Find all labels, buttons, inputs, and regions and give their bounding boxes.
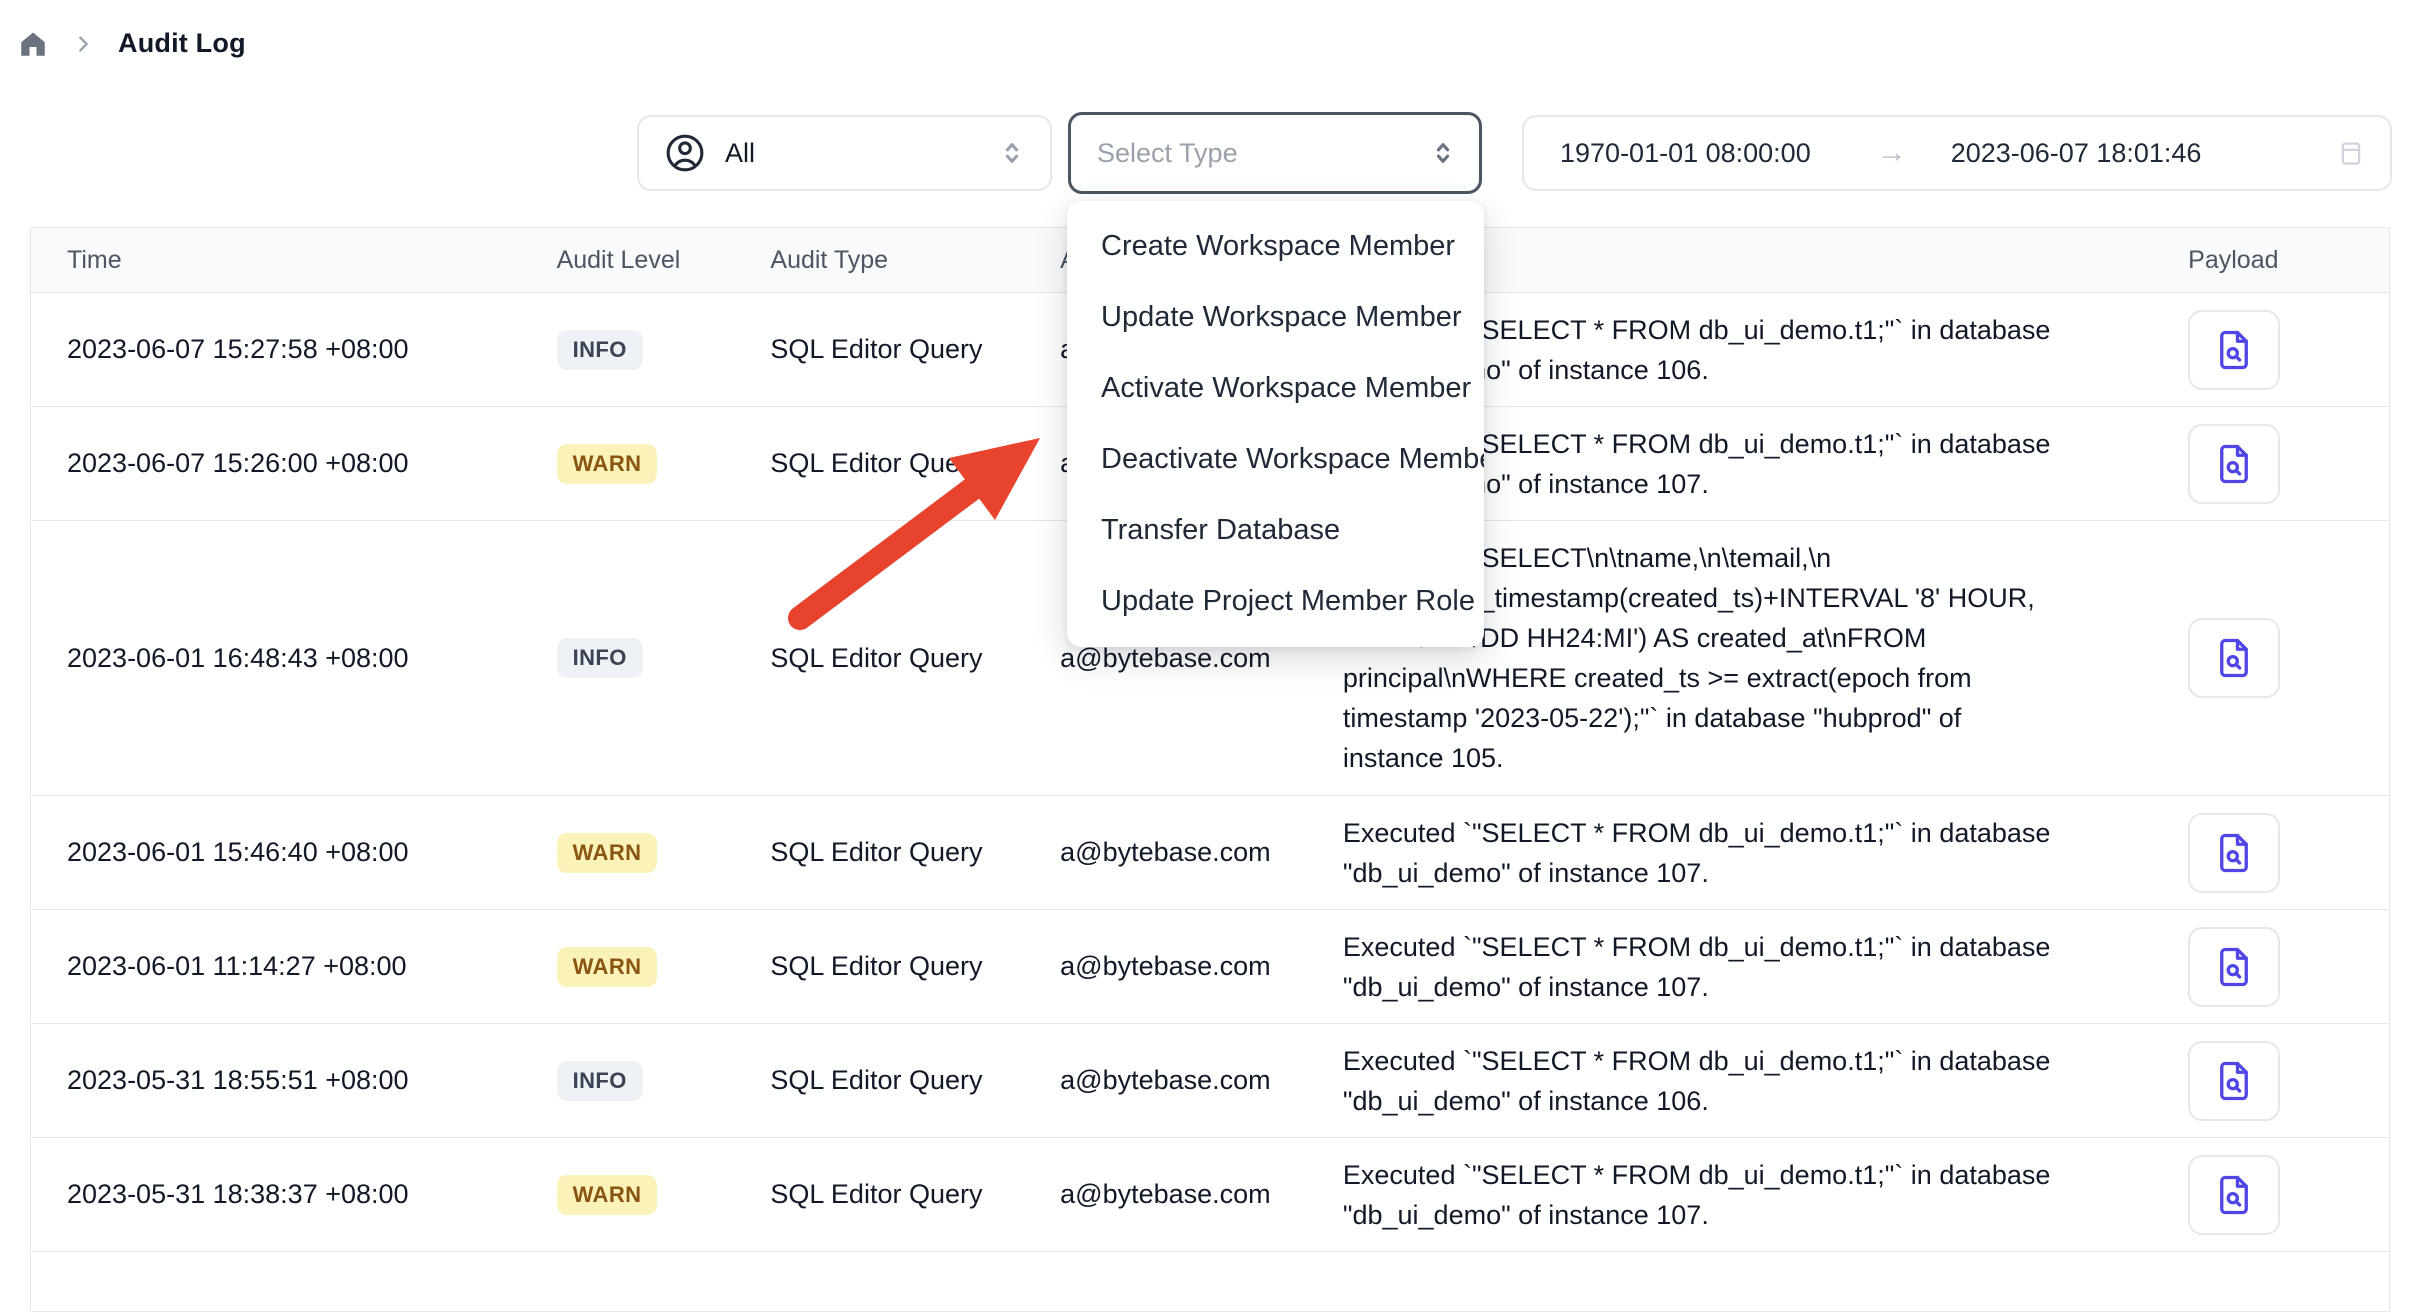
cell-time: 2023-06-07 15:27:58 +08:00 <box>67 334 557 365</box>
file-search-icon <box>2213 637 2255 679</box>
menu-item[interactable]: Update Project Member Role <box>1067 566 1484 637</box>
audit-level-badge: WARN <box>557 947 658 987</box>
cell-actor: a@bytebase.com <box>1060 643 1343 674</box>
cell-audit-type: SQL Editor Query <box>770 1179 1060 1210</box>
file-search-icon <box>2213 443 2255 485</box>
comment-line: timestamp '2023-05-22');"` in database "… <box>1343 698 2158 738</box>
comment-line: Executed `"SELECT * FROM db_ui_demo.t1;"… <box>1343 1041 2158 1081</box>
cell-comment: Executed `"SELECT * FROM db_ui_demo.t1;"… <box>1343 813 2158 893</box>
comment-line: "db_ui_demo" of instance 106. <box>1343 1081 2158 1121</box>
cell-time: 2023-06-01 16:48:43 +08:00 <box>67 643 557 674</box>
header-time: Time <box>67 246 557 275</box>
table-row: 2023-06-01 11:14:27 +08:00 WARN SQL Edit… <box>31 910 2389 1024</box>
updown-chevrons-icon <box>996 137 1028 169</box>
page-title: Audit Log <box>118 28 246 59</box>
view-payload-button[interactable] <box>2188 927 2280 1007</box>
home-icon[interactable] <box>18 29 48 59</box>
table-row <box>31 1252 2389 1312</box>
type-filter-menu: Create Workspace Member Update Workspace… <box>1067 201 1484 647</box>
type-filter-select[interactable]: Select Type <box>1068 112 1482 194</box>
actor-filter-value: All <box>725 138 755 169</box>
comment-line: "db_ui_demo" of instance 107. <box>1343 853 2158 893</box>
cell-audit-type: SQL Editor Query <box>770 1065 1060 1096</box>
file-search-icon <box>2213 1060 2255 1102</box>
header-type: Audit Type <box>770 246 1060 275</box>
file-search-icon <box>2213 832 2255 874</box>
view-payload-button[interactable] <box>2188 310 2280 390</box>
actor-filter-select[interactable]: All <box>637 115 1052 191</box>
chevron-right-icon <box>72 33 94 55</box>
menu-item[interactable]: Create Workspace Member <box>1067 211 1484 282</box>
cell-audit-type: SQL Editor Query <box>770 334 1060 365</box>
cell-audit-type: SQL Editor Query <box>770 448 1060 479</box>
comment-line: instance 105. <box>1343 738 2158 778</box>
cell-comment: Executed `"SELECT * FROM db_ui_demo.t1;"… <box>1343 1155 2158 1235</box>
audit-level-badge: WARN <box>557 444 658 484</box>
date-range-start[interactable]: 1970-01-01 08:00:00 <box>1560 138 1811 169</box>
audit-level-badge: INFO <box>557 638 643 678</box>
breadcrumb: Audit Log <box>18 28 246 59</box>
table-row: 2023-05-31 18:55:51 +08:00 INFO SQL Edit… <box>31 1024 2389 1138</box>
comment-line: Executed `"SELECT * FROM db_ui_demo.t1;"… <box>1343 927 2158 967</box>
menu-item[interactable]: Transfer Database <box>1067 495 1484 566</box>
date-range-picker[interactable]: 1970-01-01 08:00:00 → 2023-06-07 18:01:4… <box>1522 115 2392 191</box>
cell-time: 2023-06-01 11:14:27 +08:00 <box>67 951 557 982</box>
cell-audit-type: SQL Editor Query <box>770 837 1060 868</box>
view-payload-button[interactable] <box>2188 813 2280 893</box>
cell-time: 2023-05-31 18:38:37 +08:00 <box>67 1179 557 1210</box>
menu-item[interactable]: Activate Workspace Member <box>1067 353 1484 424</box>
cell-actor: a@bytebase.com <box>1060 1179 1343 1210</box>
audit-level-badge: INFO <box>557 1061 643 1101</box>
menu-item[interactable]: Update Workspace Member <box>1067 282 1484 353</box>
header-payload: Payload <box>2158 246 2389 275</box>
user-circle-icon <box>663 131 707 175</box>
view-payload-button[interactable] <box>2188 424 2280 504</box>
audit-level-badge: INFO <box>557 330 643 370</box>
view-payload-button[interactable] <box>2188 618 2280 698</box>
comment-line: "db_ui_demo" of instance 107. <box>1343 967 2158 1007</box>
cell-time: 2023-06-07 15:26:00 +08:00 <box>67 448 557 479</box>
comment-line: Executed `"SELECT * FROM db_ui_demo.t1;"… <box>1343 813 2158 853</box>
view-payload-button[interactable] <box>2188 1155 2280 1235</box>
table-row: 2023-06-01 15:46:40 +08:00 WARN SQL Edit… <box>31 796 2389 910</box>
view-payload-button[interactable] <box>2188 1041 2280 1121</box>
comment-line: Executed `"SELECT * FROM db_ui_demo.t1;"… <box>1343 1155 2158 1195</box>
cell-audit-type: SQL Editor Query <box>770 643 1060 674</box>
cell-audit-type: SQL Editor Query <box>770 951 1060 982</box>
updown-chevrons-icon <box>1427 137 1459 169</box>
type-filter-placeholder: Select Type <box>1097 138 1238 169</box>
audit-level-badge: WARN <box>557 833 658 873</box>
audit-level-badge: WARN <box>557 1175 658 1215</box>
calendar-icon <box>2336 138 2366 168</box>
menu-item[interactable]: Deactivate Workspace Member <box>1067 424 1484 495</box>
comment-line: principal\nWHERE created_ts >= extract(e… <box>1343 658 2158 698</box>
comment-line: "db_ui_demo" of instance 107. <box>1343 1195 2158 1235</box>
cell-actor: a@bytebase.com <box>1060 1065 1343 1096</box>
cell-comment: Executed `"SELECT * FROM db_ui_demo.t1;"… <box>1343 1041 2158 1121</box>
table-row: 2023-05-31 18:38:37 +08:00 WARN SQL Edit… <box>31 1138 2389 1252</box>
file-search-icon <box>2213 946 2255 988</box>
cell-actor: a@bytebase.com <box>1060 951 1343 982</box>
cell-comment: Executed `"SELECT * FROM db_ui_demo.t1;"… <box>1343 927 2158 1007</box>
date-range-end[interactable]: 2023-06-07 18:01:46 <box>1951 138 2202 169</box>
file-search-icon <box>2213 1174 2255 1216</box>
arrow-right-icon: → <box>1877 136 1907 170</box>
file-search-icon <box>2213 329 2255 371</box>
cell-time: 2023-05-31 18:55:51 +08:00 <box>67 1065 557 1096</box>
header-level: Audit Level <box>557 246 771 275</box>
cell-actor: a@bytebase.com <box>1060 837 1343 868</box>
cell-time: 2023-06-01 15:46:40 +08:00 <box>67 837 557 868</box>
